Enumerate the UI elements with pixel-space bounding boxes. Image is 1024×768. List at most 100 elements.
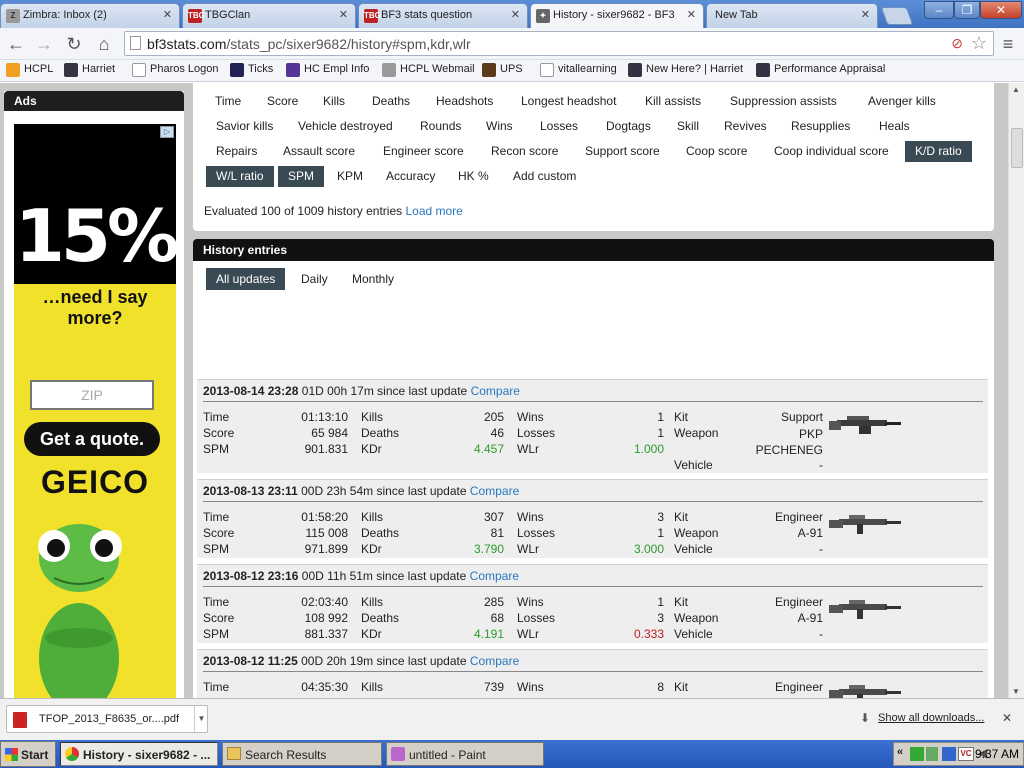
compare-link[interactable]: Compare xyxy=(470,484,519,498)
tab-bf3-stats-question[interactable]: TBG BF3 stats question ✕ xyxy=(358,3,528,28)
bookmark-harriet[interactable]: Harriet xyxy=(64,63,115,77)
bookmark-pharos-logon[interactable]: Pharos Logon xyxy=(132,63,219,77)
tab-new-tab[interactable]: New Tab ✕ xyxy=(706,3,878,28)
option-wins[interactable]: Wins xyxy=(476,116,523,137)
option-avenger-kills[interactable]: Avenger kills xyxy=(858,91,946,112)
page-icon xyxy=(540,63,554,77)
geico-ad[interactable]: ▷ 15% …need I say more? ZIP Get a quote.… xyxy=(14,124,176,698)
option-repairs[interactable]: Repairs xyxy=(206,141,267,162)
bookmark-hcpl-webmail[interactable]: HCPL Webmail xyxy=(382,63,475,77)
option-deaths[interactable]: Deaths xyxy=(362,91,420,112)
reload-icon[interactable]: ↻ xyxy=(62,32,86,56)
close-icon[interactable]: ✕ xyxy=(1002,711,1012,725)
close-icon[interactable]: ✕ xyxy=(861,8,870,21)
ad-quote-button[interactable]: Get a quote. xyxy=(24,422,160,456)
bookmark-performance-appraisal[interactable]: Performance Appraisal xyxy=(756,63,885,77)
option-accuracy[interactable]: Accuracy xyxy=(376,166,445,187)
task-paint[interactable]: untitled - Paint xyxy=(386,742,544,766)
star-icon[interactable]: ☆ xyxy=(971,33,987,54)
restore-button[interactable]: ❐ xyxy=(954,1,980,19)
option-engineer-score[interactable]: Engineer score xyxy=(373,141,474,162)
minimize-button[interactable]: – xyxy=(924,1,954,19)
tray-shield-icon[interactable] xyxy=(942,747,956,761)
option-score[interactable]: Score xyxy=(257,91,308,112)
option-coop-score[interactable]: Coop score xyxy=(676,141,757,162)
start-button[interactable]: Start xyxy=(0,741,56,767)
blocked-popup-icon[interactable]: ⊘ xyxy=(951,35,963,52)
compare-link[interactable]: Compare xyxy=(471,384,520,398)
new-tab-button[interactable] xyxy=(880,7,914,25)
option-assault-score[interactable]: Assault score xyxy=(273,141,365,162)
option-wl-ratio[interactable]: W/L ratio xyxy=(206,166,274,187)
scroll-thumb[interactable] xyxy=(1011,128,1023,168)
download-arrow-icon: ⬇ xyxy=(860,711,871,725)
option-longest-headshot[interactable]: Longest headshot xyxy=(511,91,626,112)
show-all-downloads-link[interactable]: Show all downloads... xyxy=(878,712,984,724)
close-icon[interactable]: ✕ xyxy=(511,8,520,21)
option-losses[interactable]: Losses xyxy=(530,116,588,137)
forward-arrow-icon[interactable]: → xyxy=(32,32,56,56)
option-kill-assists[interactable]: Kill assists xyxy=(635,91,711,112)
option-suppression-assists[interactable]: Suppression assists xyxy=(720,91,847,112)
bookmark-ups[interactable]: UPS xyxy=(482,63,523,77)
compare-link[interactable]: Compare xyxy=(470,654,519,668)
load-more-link[interactable]: Load more xyxy=(405,204,462,218)
page-scrollbar[interactable]: ▲ ▼ xyxy=(1008,83,1024,698)
task-chrome-history[interactable]: History - sixer9682 - ... xyxy=(60,742,218,766)
option-kd-ratio[interactable]: K/D ratio xyxy=(905,141,972,162)
option-heals[interactable]: Heals xyxy=(869,116,920,137)
task-search-results[interactable]: Search Results xyxy=(222,742,382,766)
tab-history-active[interactable]: ✦ History - sixer9682 - BF3 ✕ xyxy=(530,3,704,28)
tab-daily[interactable]: Daily xyxy=(291,268,338,290)
option-recon-score[interactable]: Recon score xyxy=(481,141,568,162)
close-icon[interactable]: ✕ xyxy=(163,8,172,21)
url-text: bf3stats.com/stats_pc/sixer9682/history#… xyxy=(147,36,471,52)
menu-icon[interactable]: ≡ xyxy=(996,32,1020,56)
option-savior-kills[interactable]: Savior kills xyxy=(206,116,283,137)
option-add-custom[interactable]: Add custom xyxy=(503,166,586,187)
scroll-down-icon[interactable]: ▼ xyxy=(1012,687,1020,696)
tray-app-icon[interactable] xyxy=(910,747,924,761)
option-kills[interactable]: Kills xyxy=(313,91,355,112)
option-vehicle-destroyed[interactable]: Vehicle destroyed xyxy=(288,116,403,137)
tab-zimbra[interactable]: Z Zimbra: Inbox (2) ✕ xyxy=(0,3,180,28)
bookmark-new-here-harriet[interactable]: New Here? | Harriet xyxy=(628,63,743,77)
option-skill[interactable]: Skill xyxy=(667,116,709,137)
tab-all-updates[interactable]: All updates xyxy=(206,268,286,290)
option-support-score[interactable]: Support score xyxy=(575,141,670,162)
tab-tbgclan[interactable]: TBG TBGClan ✕ xyxy=(182,3,356,28)
pdf-icon xyxy=(13,712,27,728)
bookmark-hc-empl-info[interactable]: HC Empl Info xyxy=(286,63,369,77)
bookmark-hcpl[interactable]: HCPL xyxy=(6,63,53,77)
option-headshots[interactable]: Headshots xyxy=(426,91,503,112)
download-item[interactable]: TFOP_2013_F8635_or....pdf ▼ xyxy=(6,705,208,733)
scroll-up-icon[interactable]: ▲ xyxy=(1012,85,1020,94)
option-kpm[interactable]: KPM xyxy=(327,166,373,187)
tray-expand-icon[interactable]: « xyxy=(897,746,903,758)
option-coop-individual-score[interactable]: Coop individual score xyxy=(764,141,899,162)
close-icon[interactable]: ✕ xyxy=(687,8,696,21)
ad-zip-input[interactable]: ZIP xyxy=(30,380,154,410)
option-revives[interactable]: Revives xyxy=(714,116,777,137)
adchoices-icon[interactable]: ▷ xyxy=(160,126,174,138)
option-rounds[interactable]: Rounds xyxy=(410,116,471,137)
option-dogtags[interactable]: Dogtags xyxy=(596,116,661,137)
time-label: Time xyxy=(203,680,230,694)
option-time[interactable]: Time xyxy=(205,91,251,112)
bookmark-vitallearning[interactable]: vitallearning xyxy=(540,63,617,77)
home-icon[interactable]: ⌂ xyxy=(92,32,116,56)
address-bar[interactable]: bf3stats.com/stats_pc/sixer9682/history#… xyxy=(124,31,994,56)
tab-monthly[interactable]: Monthly xyxy=(342,268,404,290)
chevron-down-icon[interactable]: ▼ xyxy=(194,706,208,732)
bookmark-ticks[interactable]: Ticks xyxy=(230,63,273,77)
option-hk-percent[interactable]: HK % xyxy=(448,166,499,187)
option-spm[interactable]: SPM xyxy=(278,166,325,187)
tray-security-icon[interactable] xyxy=(926,747,938,761)
kit-label: Kit xyxy=(674,510,689,524)
close-icon[interactable]: ✕ xyxy=(339,8,348,21)
option-resupplies[interactable]: Resupplies xyxy=(781,116,860,137)
compare-link[interactable]: Compare xyxy=(470,569,519,583)
close-window-button[interactable]: ✕ xyxy=(980,1,1022,19)
back-arrow-icon[interactable]: ← xyxy=(4,32,28,56)
clock[interactable]: 9:37 AM xyxy=(969,747,1019,761)
